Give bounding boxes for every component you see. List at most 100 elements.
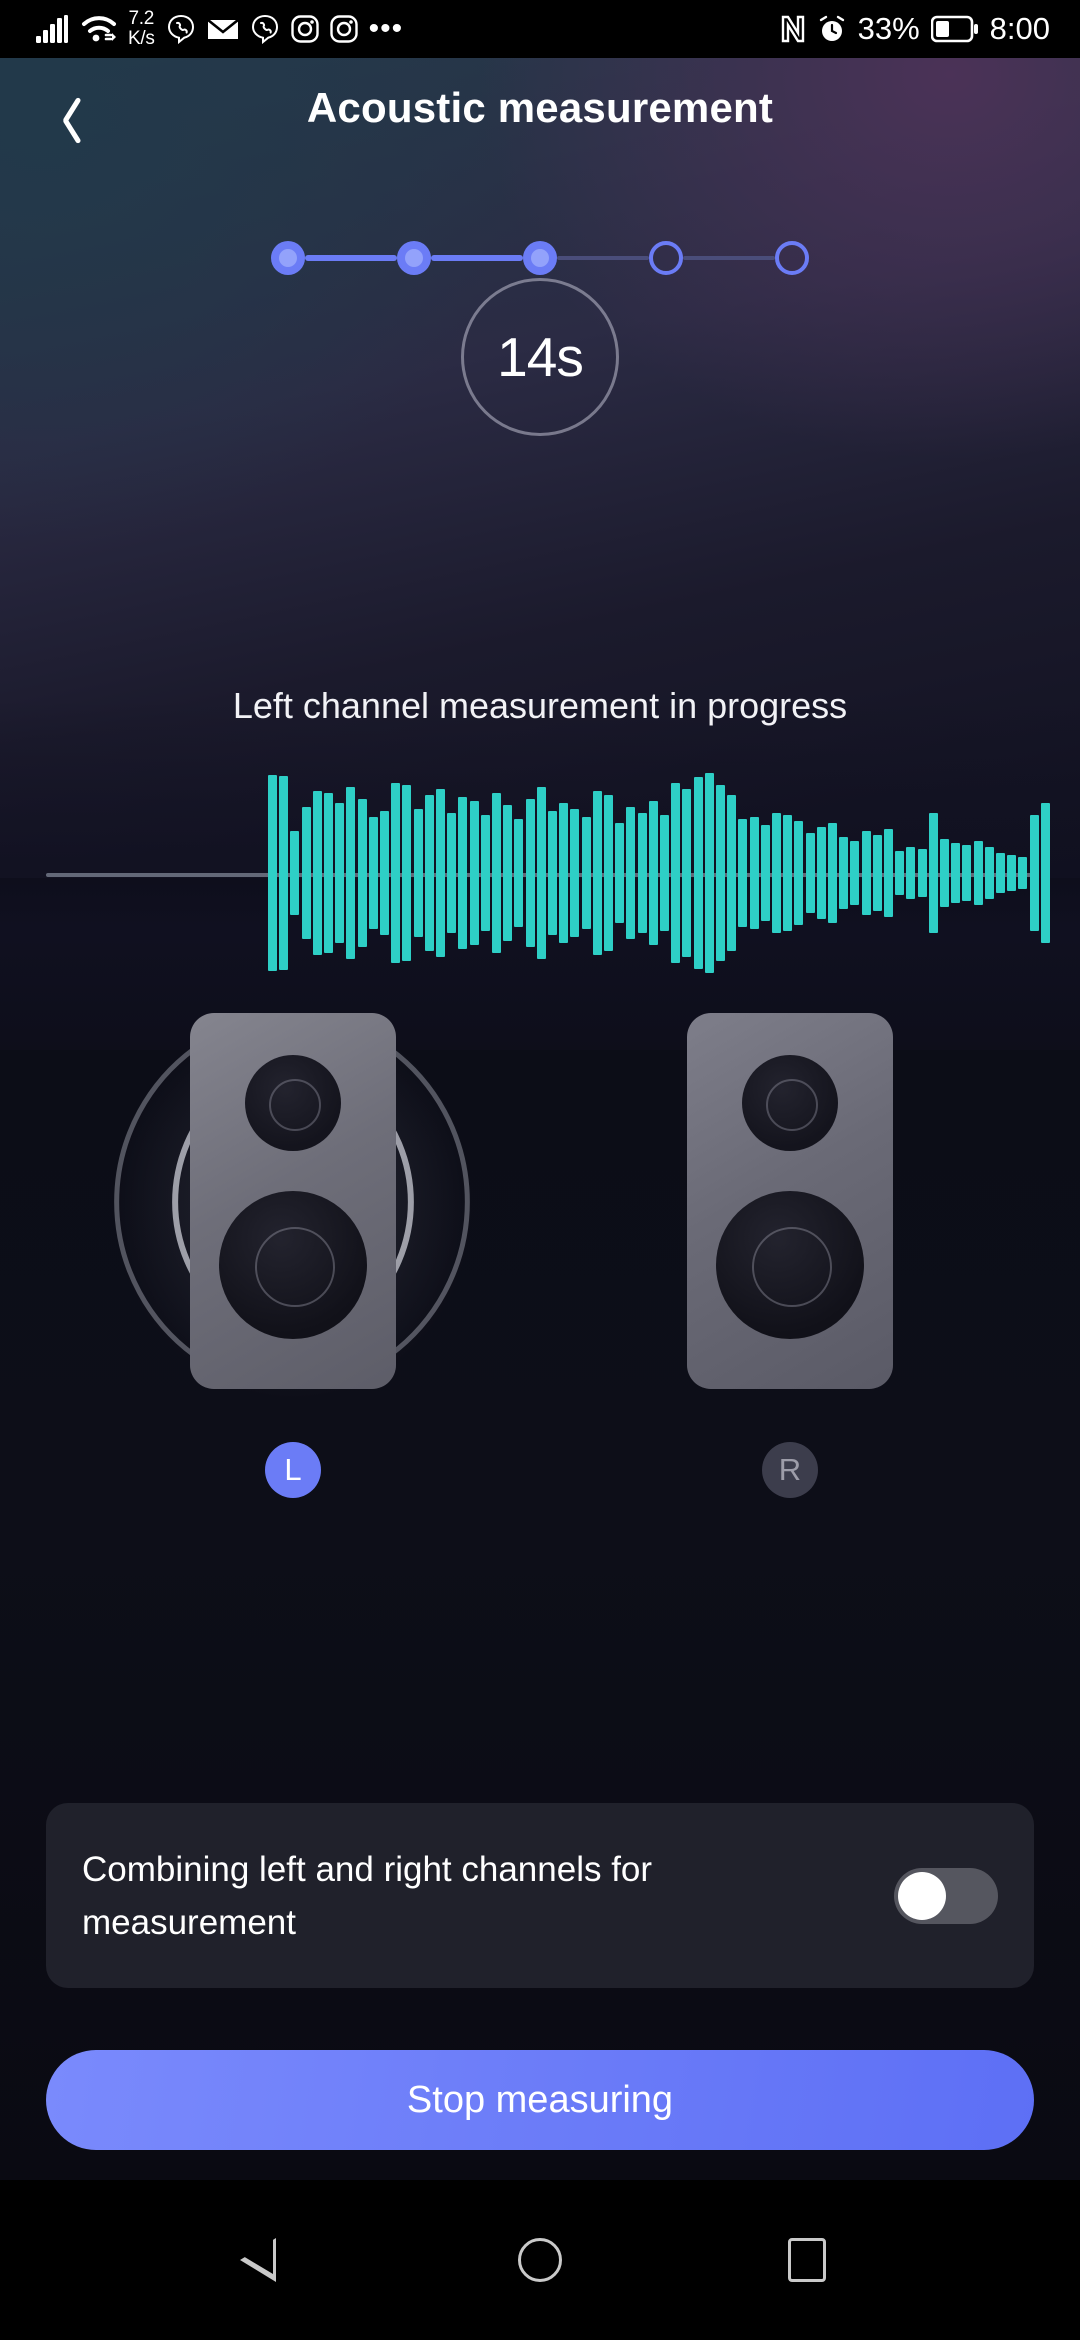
nfc-icon <box>780 14 806 44</box>
waveform-bar <box>335 803 345 943</box>
countdown-timer-value: 14s <box>497 326 584 388</box>
waveform-bar <box>548 811 557 935</box>
waveform-bar <box>850 841 860 905</box>
waveform-bar <box>693 777 703 969</box>
waveform-bar <box>436 789 445 957</box>
speaker-illustrations <box>0 995 1080 1425</box>
waveform-bar <box>772 813 781 933</box>
nav-recents-icon <box>787 2238 826 2282</box>
nav-recents-button[interactable] <box>752 2205 862 2315</box>
waveform-bar <box>357 799 367 947</box>
battery-icon <box>930 15 979 43</box>
network-speed-value: 7.2 <box>128 8 155 29</box>
battery-percent-label: 33% <box>857 11 920 46</box>
combine-channels-label: Combining left and right channels for me… <box>82 1849 653 1942</box>
network-speed-indicator: 7.2 K/s <box>128 9 155 49</box>
step-connector-2 <box>431 255 523 261</box>
wifi-icon <box>81 15 117 43</box>
waveform-bar <box>760 825 770 921</box>
right-speaker-icon[interactable] <box>687 1013 893 1389</box>
waveform-bar <box>268 775 277 971</box>
waveform-bar <box>962 845 972 901</box>
waveform-bar <box>682 789 692 957</box>
waveform-bar <box>816 827 826 919</box>
waveform-bar <box>1029 815 1039 931</box>
waveform-bar <box>391 783 401 963</box>
waveform-bar <box>984 847 994 899</box>
waveform-bar <box>402 785 412 961</box>
left-speaker-icon[interactable] <box>190 1013 396 1389</box>
status-bar: 7.2 K/s ••• 33% 8:00 <box>0 0 1080 58</box>
waveform-bar <box>290 831 300 915</box>
waveform-bar <box>592 791 602 955</box>
step-dot-2[interactable] <box>397 241 431 275</box>
waveform-bar <box>996 853 1005 893</box>
waveform-bar <box>346 787 356 959</box>
toggle-knob <box>898 1871 946 1920</box>
overflow-icons-indicator: ••• <box>368 12 404 45</box>
nav-home-icon <box>517 2238 562 2282</box>
waveform-bar <box>1007 855 1017 891</box>
page-title: Acoustic measurement <box>306 84 774 131</box>
step-dot-3[interactable] <box>523 241 557 275</box>
measurement-status-text: Left channel measurement in progress <box>232 685 848 726</box>
stop-measuring-button[interactable]: Stop measuring <box>46 2050 1034 2150</box>
combine-channels-card[interactable]: Combining left and right channels for me… <box>46 1803 1034 1988</box>
waveform-bar <box>648 801 658 945</box>
waveform-bar <box>570 809 580 937</box>
waveform-bar <box>872 835 882 911</box>
waveform-bar <box>805 833 815 913</box>
waveform-bar <box>447 813 457 933</box>
waveform-bar <box>514 819 524 927</box>
nav-home-button[interactable] <box>485 2205 595 2315</box>
instagram-icon <box>329 15 358 43</box>
combine-channels-toggle[interactable] <box>894 1867 998 1924</box>
waveform-bar <box>380 811 389 935</box>
waveform-bar <box>727 795 737 951</box>
nav-back-button[interactable] <box>218 2205 328 2315</box>
waveform-bar <box>604 795 613 951</box>
waveform-bar <box>1040 803 1050 943</box>
waveform-bar <box>324 793 333 953</box>
waveform-bar <box>861 831 871 915</box>
countdown-timer-ring: 14s <box>461 278 619 436</box>
waveform-bar <box>671 783 681 963</box>
waveform-bar <box>525 799 535 947</box>
waveform-bar <box>928 813 938 933</box>
instagram-icon <box>290 15 319 43</box>
app-header: Acoustic measurement <box>0 58 1080 178</box>
waveform-bar <box>559 803 569 943</box>
waveform-bar <box>503 805 513 941</box>
waveform-bar <box>536 787 546 959</box>
alarm-icon <box>817 14 847 44</box>
waveform-bar <box>492 793 501 953</box>
right-speaker-woofer <box>716 1191 864 1339</box>
waveform-bar <box>469 801 479 945</box>
waveform-bar <box>906 847 916 899</box>
waveform-bar <box>917 849 927 897</box>
waveform-bar <box>973 841 983 905</box>
waveform-bar <box>279 776 289 970</box>
waveform-bar <box>480 815 490 931</box>
email-icon <box>206 17 239 41</box>
left-channel-badge[interactable]: L <box>265 1442 321 1498</box>
waveform-bar <box>458 797 468 949</box>
waveform-bar <box>749 817 759 929</box>
step-dot-4[interactable] <box>649 241 683 275</box>
step-connector-3 <box>557 256 649 260</box>
waveform-bar <box>626 807 636 939</box>
step-dot-5[interactable] <box>775 241 809 275</box>
waveform-bar <box>716 785 725 961</box>
right-speaker-tweeter <box>742 1055 838 1151</box>
waveform-bar <box>424 795 434 951</box>
nav-back-icon <box>240 2238 306 2282</box>
step-dot-1[interactable] <box>271 241 305 275</box>
right-channel-badge[interactable]: R <box>762 1442 818 1498</box>
step-connector-4 <box>683 256 775 260</box>
waveform-bar <box>884 829 893 917</box>
waveform-bar <box>368 817 378 929</box>
waveform-bar <box>312 791 322 955</box>
waveform-bar <box>794 821 804 925</box>
waveform-bar <box>951 843 961 903</box>
waveform-bar <box>660 815 669 931</box>
